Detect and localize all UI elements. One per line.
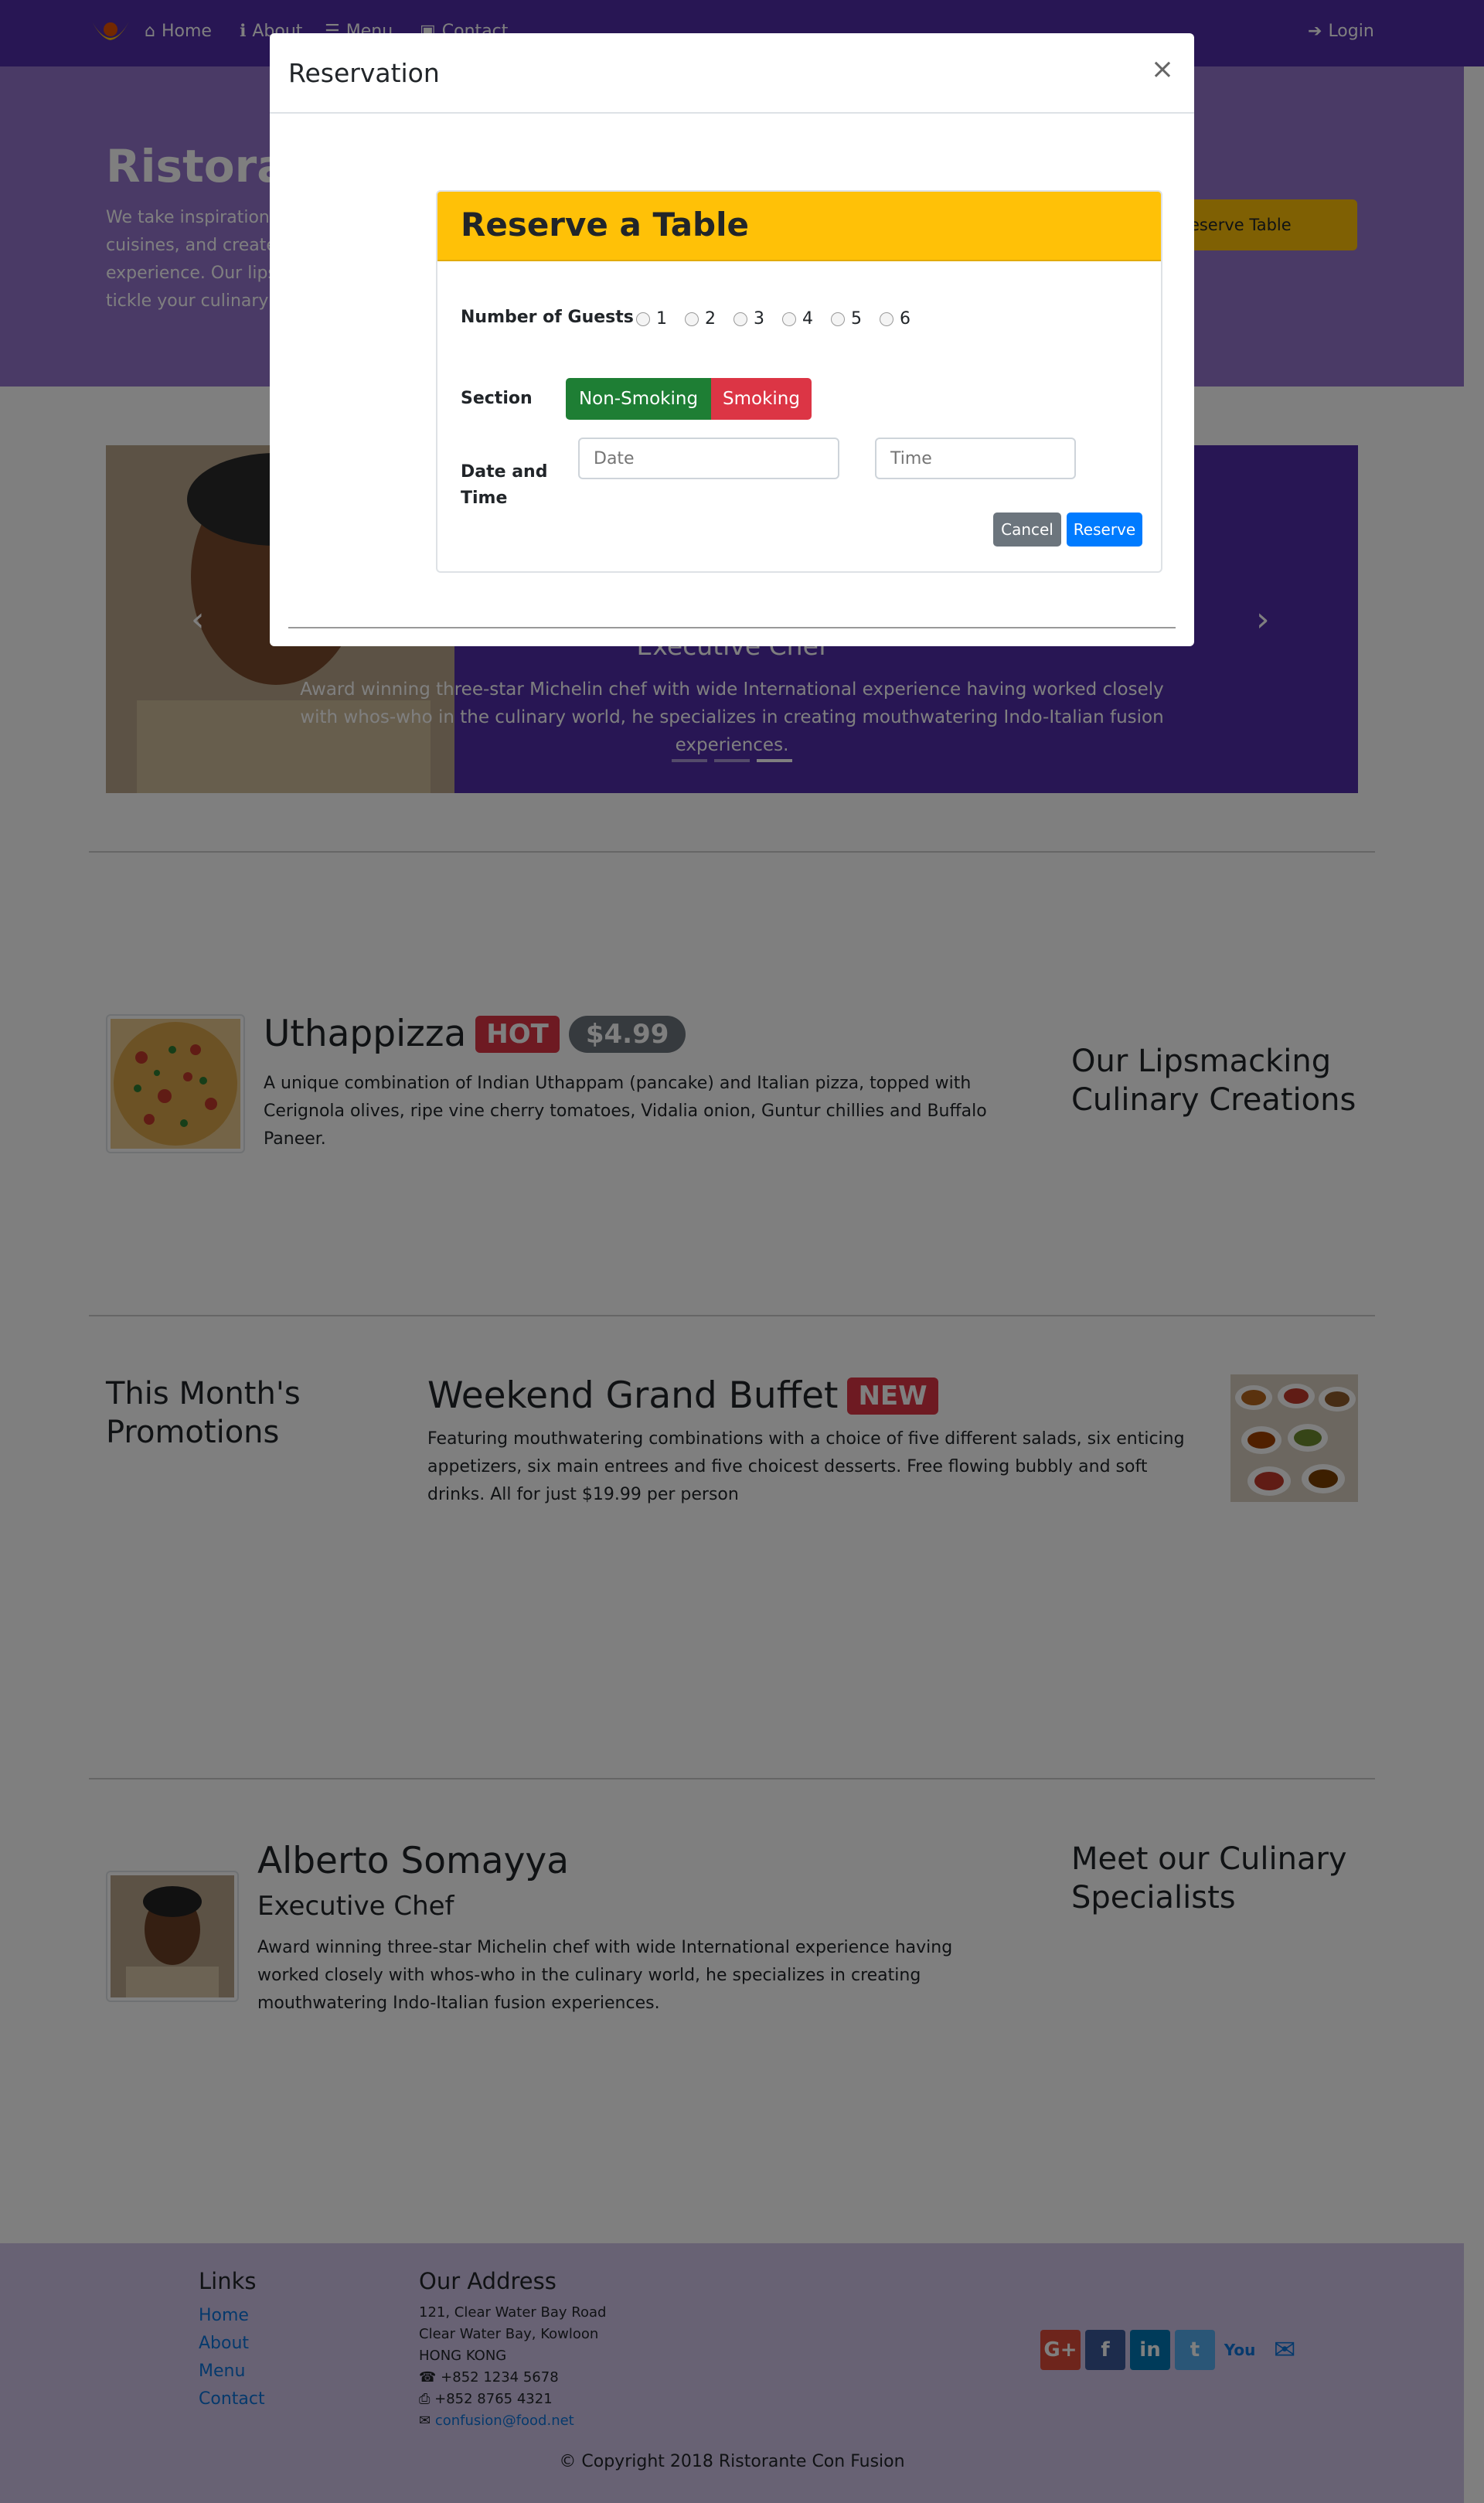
non-smoking-button[interactable]: Non-Smoking xyxy=(566,378,711,420)
radio-icon[interactable] xyxy=(636,312,650,326)
radio-icon[interactable] xyxy=(831,312,845,326)
reserve-card: Reserve a Table Number of Guests 1 2 3 4… xyxy=(436,190,1162,573)
guest-option-2[interactable]: 2 xyxy=(685,309,716,329)
radio-icon[interactable] xyxy=(733,312,747,326)
section-label: Section xyxy=(461,389,533,408)
datetime-label: Date and Time xyxy=(461,462,548,508)
modal-footer xyxy=(288,627,1176,628)
date-input[interactable] xyxy=(578,438,839,479)
guest-option-6[interactable]: 6 xyxy=(880,309,910,329)
close-icon[interactable]: × xyxy=(1151,53,1174,85)
cancel-button[interactable]: Cancel xyxy=(993,513,1061,547)
modal-title: Reservation xyxy=(288,58,440,88)
guest-option-5[interactable]: 5 xyxy=(831,309,862,329)
radio-icon[interactable] xyxy=(685,312,699,326)
guest-option-1[interactable]: 1 xyxy=(636,309,667,329)
card-header: Reserve a Table xyxy=(437,192,1161,261)
reserve-button[interactable]: Reserve xyxy=(1067,513,1142,547)
card-title: Reserve a Table xyxy=(461,206,749,243)
guests-label: Number of Guests xyxy=(461,308,634,327)
modal-header: Reservation × xyxy=(270,33,1194,114)
radio-icon[interactable] xyxy=(880,312,893,326)
guest-option-4[interactable]: 4 xyxy=(782,309,813,329)
time-input[interactable] xyxy=(875,438,1076,479)
smoking-button[interactable]: Smoking xyxy=(711,378,812,420)
radio-icon[interactable] xyxy=(782,312,796,326)
guest-option-3[interactable]: 3 xyxy=(733,309,764,329)
reservation-modal: Reservation × Reserve a Table Number of … xyxy=(270,33,1194,646)
